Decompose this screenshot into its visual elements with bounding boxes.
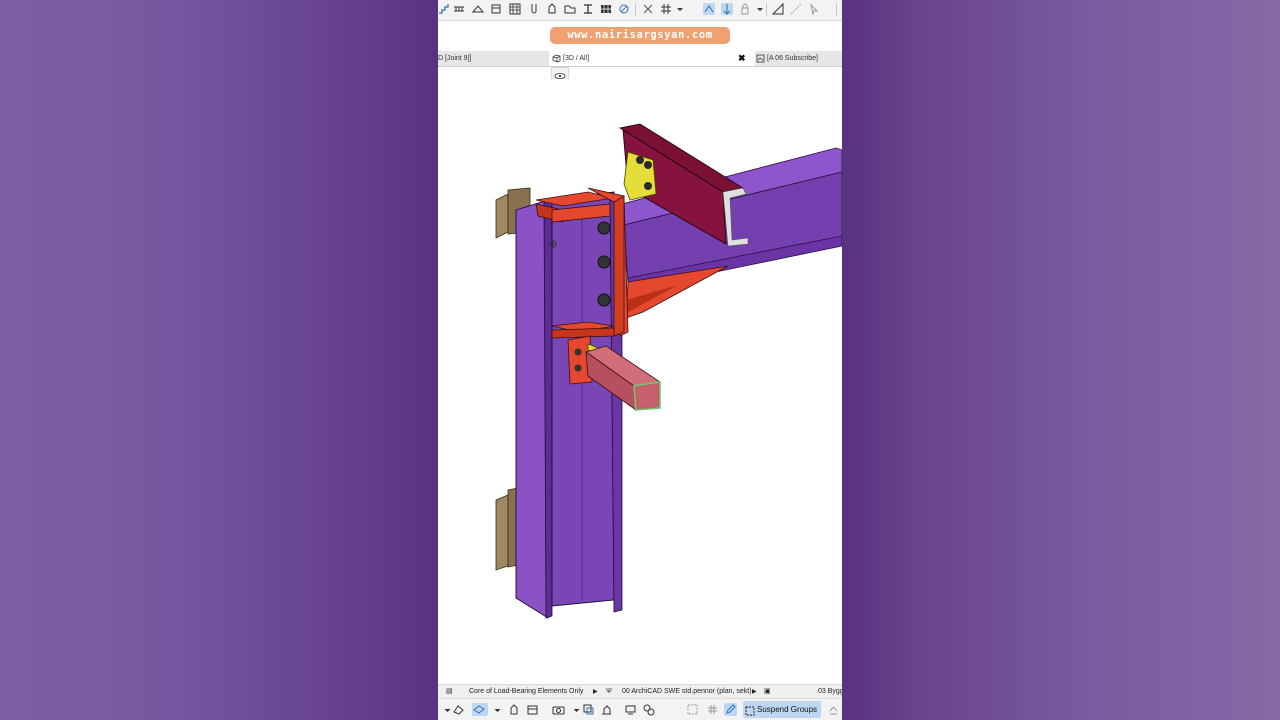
end-plate-front bbox=[613, 195, 625, 337]
morph-tool-icon[interactable] bbox=[528, 3, 540, 15]
column-flange-front bbox=[515, 199, 549, 619]
toolbar-separator bbox=[635, 3, 636, 16]
bolt bbox=[644, 182, 652, 190]
left-background bbox=[0, 0, 438, 720]
bolt bbox=[597, 293, 611, 307]
lock-icon[interactable] bbox=[739, 3, 751, 15]
grid-dropdown-icon[interactable] bbox=[674, 3, 683, 15]
measure-tool-icon[interactable] bbox=[772, 3, 784, 15]
layer-combination-value[interactable]: 03 Bygg bbox=[818, 685, 842, 699]
guide-line-icon[interactable] bbox=[790, 3, 802, 15]
3d-window-icon bbox=[552, 54, 561, 63]
suspend-groups-label: Suspend Groups bbox=[757, 705, 818, 714]
section-icon[interactable] bbox=[582, 703, 595, 716]
object-tool-icon[interactable] bbox=[546, 3, 558, 15]
suspend-magic-icon[interactable] bbox=[703, 3, 715, 15]
roof-tool-icon[interactable] bbox=[472, 3, 484, 15]
stair-tool-icon[interactable] bbox=[438, 3, 450, 15]
curtain-wall-icon[interactable] bbox=[509, 3, 521, 15]
collapse-icon[interactable] bbox=[827, 703, 840, 716]
render-icon[interactable] bbox=[624, 703, 637, 716]
hotspot-tool-icon[interactable] bbox=[642, 3, 654, 15]
top-toolbar bbox=[438, 0, 842, 21]
bolt bbox=[597, 255, 611, 269]
tab-label: [A 06 Subscribe] bbox=[767, 55, 818, 62]
bottom-toolbar: Suspend Groups bbox=[438, 698, 842, 720]
structural-display-value[interactable]: Core of Load-Bearing Elements Only bbox=[469, 685, 583, 699]
bolt bbox=[644, 161, 652, 169]
toolbar-separator bbox=[766, 3, 767, 16]
navigator-dropdown-icon[interactable] bbox=[441, 703, 451, 716]
tab-label: D [Joint 9]] bbox=[438, 55, 472, 62]
stiffener-bottom-side bbox=[551, 327, 615, 339]
3d-projection-icon[interactable] bbox=[472, 703, 488, 716]
tube-end-inner bbox=[637, 385, 657, 407]
elevation-icon[interactable] bbox=[600, 703, 613, 716]
tab-3d-all[interactable]: [3D / All] bbox=[549, 51, 755, 66]
wall-bracket-top bbox=[495, 193, 509, 239]
shell-tool-icon[interactable] bbox=[490, 3, 502, 15]
lock-dropdown-icon[interactable] bbox=[754, 3, 763, 15]
tab-joint-detail[interactable]: D [Joint 9]] bbox=[438, 51, 548, 66]
pen-set-arrow-icon[interactable]: ▶ bbox=[752, 685, 757, 699]
watermark-label: www.nairisargsyan.com bbox=[550, 27, 730, 44]
toolbar-separator bbox=[836, 3, 837, 16]
layout-icon bbox=[756, 54, 765, 63]
mesh-tool-icon[interactable] bbox=[600, 3, 612, 15]
archicad-window: www.nairisargsyan.com D [Joint 9]] [3D /… bbox=[438, 0, 842, 720]
wall-bracket-bottom bbox=[495, 494, 509, 571]
structural-display-arrow-icon[interactable]: ▶ bbox=[593, 685, 598, 699]
structural-display-icon[interactable]: ▤ bbox=[446, 685, 453, 699]
pointer-icon[interactable] bbox=[808, 3, 820, 15]
3d-viewport[interactable] bbox=[438, 78, 842, 680]
camera-dropdown-icon[interactable] bbox=[570, 703, 580, 716]
view-tab-bar: D [Joint 9]] [3D / All] ✖ [A 06 Subscrib… bbox=[438, 51, 842, 67]
camera-icon[interactable] bbox=[552, 703, 565, 716]
tab-label: [3D / All] bbox=[563, 55, 590, 62]
bolt bbox=[636, 156, 644, 164]
suspend-groups-button[interactable]: Suspend Groups bbox=[743, 701, 822, 718]
status-bar: ▤ Core of Load-Bearing Elements Only ▶ Ψ… bbox=[438, 684, 842, 699]
grid-tool-icon[interactable] bbox=[660, 3, 672, 15]
bolt bbox=[597, 221, 611, 235]
grid-snap-icon[interactable] bbox=[706, 703, 719, 716]
bolt bbox=[574, 348, 582, 356]
railing-tool-icon[interactable] bbox=[453, 3, 465, 15]
column-web bbox=[551, 191, 615, 607]
pen-set-icon[interactable]: Ψ bbox=[606, 685, 612, 699]
bolt bbox=[574, 364, 582, 372]
filter-icon[interactable] bbox=[526, 703, 539, 716]
beam-tool-icon[interactable] bbox=[582, 3, 594, 15]
projection-dropdown-icon[interactable] bbox=[491, 703, 501, 716]
tab-layout-subscribe[interactable]: [A 06 Subscribe] bbox=[752, 51, 842, 66]
zone-tool-icon[interactable] bbox=[564, 3, 576, 15]
group-icon bbox=[745, 705, 755, 716]
right-background bbox=[842, 0, 1280, 720]
orbit-icon[interactable] bbox=[452, 703, 465, 716]
trace-icon[interactable] bbox=[686, 703, 699, 716]
pen-set-value[interactable]: 00 ArchiCAD SWE std.pennor (plan, sekt) bbox=[622, 685, 752, 699]
layer-combination-icon[interactable]: ▣ bbox=[764, 685, 771, 699]
gravity-icon[interactable] bbox=[721, 3, 733, 15]
close-tab-icon[interactable]: ✖ bbox=[738, 51, 746, 66]
display-options-icon[interactable] bbox=[642, 703, 655, 716]
column-tool-icon[interactable] bbox=[618, 3, 630, 15]
edit-mode-icon[interactable] bbox=[724, 703, 737, 716]
explore-icon[interactable] bbox=[508, 703, 521, 716]
